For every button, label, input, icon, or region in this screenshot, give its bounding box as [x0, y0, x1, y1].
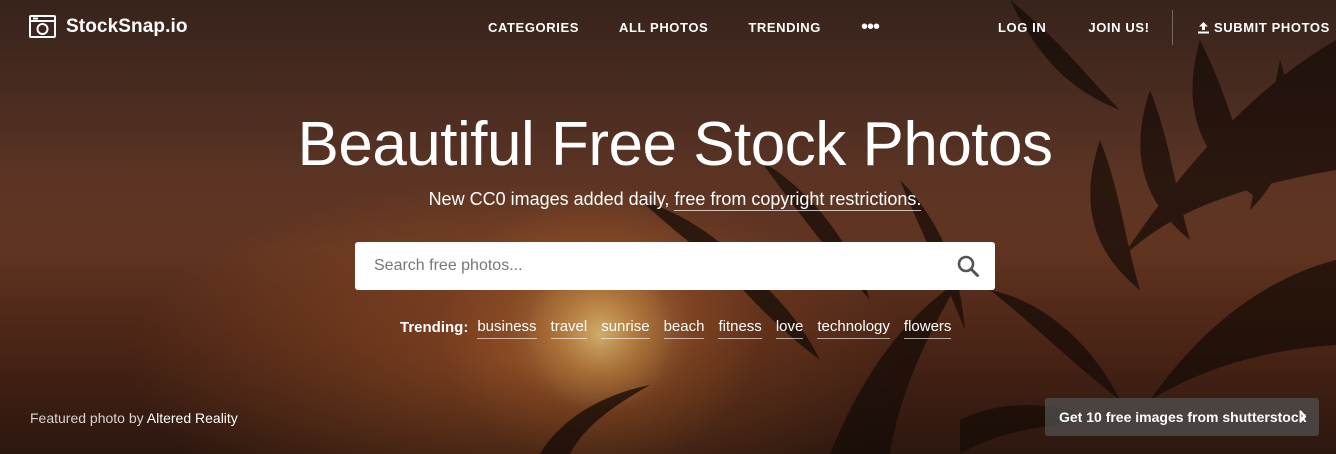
chevron-right-icon: [1299, 410, 1307, 423]
credit-prefix: Featured photo by: [30, 410, 147, 426]
search-box: [355, 242, 995, 290]
logo-link[interactable]: StockSnap.io: [29, 15, 188, 38]
account-nav: LOG IN JOIN US!: [998, 20, 1150, 36]
tag-sunrise[interactable]: sunrise: [601, 317, 650, 339]
top-nav: StockSnap.io CATEGORIES ALL PHOTOS TREND…: [0, 0, 1336, 57]
logo-text: StockSnap.io: [66, 15, 188, 37]
hero-section: StockSnap.io CATEGORIES ALL PHOTOS TREND…: [0, 0, 1336, 454]
main-nav: CATEGORIES ALL PHOTOS TRENDING •••: [488, 17, 880, 37]
search-input[interactable]: [374, 242, 934, 290]
tag-flowers[interactable]: flowers: [903, 317, 952, 339]
nav-all-photos[interactable]: ALL PHOTOS: [619, 20, 708, 36]
background-shade: [0, 0, 1336, 454]
submit-photos-label: SUBMIT PHOTOS: [1214, 20, 1330, 35]
page-title: Beautiful Free Stock Photos: [297, 110, 1053, 179]
shutterstock-cta-label: Get 10 free images from shutterstock: [1059, 409, 1307, 425]
subtitle-text: New CC0 images added daily,: [428, 189, 675, 209]
shutterstock-cta-button[interactable]: Get 10 free images from shutterstock: [1045, 398, 1319, 436]
tag-love[interactable]: love: [775, 317, 804, 339]
trending-label: Trending:: [400, 319, 469, 336]
photo-credit: Featured photo by Altered Reality: [30, 409, 238, 427]
credit-author-link[interactable]: Altered Reality: [147, 410, 238, 426]
nav-divider: [1172, 10, 1173, 45]
more-menu-icon[interactable]: •••: [861, 17, 880, 37]
tag-technology[interactable]: technology: [817, 317, 890, 339]
nav-categories[interactable]: CATEGORIES: [488, 20, 579, 36]
camera-icon: [29, 15, 56, 38]
login-link[interactable]: LOG IN: [998, 20, 1046, 36]
join-link[interactable]: JOIN US!: [1088, 20, 1149, 36]
nav-trending[interactable]: TRENDING: [748, 20, 821, 36]
tag-beach[interactable]: beach: [663, 317, 705, 339]
copyright-link[interactable]: free from copyright restrictions.: [674, 189, 922, 211]
tag-travel[interactable]: travel: [550, 317, 588, 339]
page-subtitle: New CC0 images added daily, free from co…: [0, 188, 1336, 211]
tag-fitness[interactable]: fitness: [718, 317, 762, 339]
tag-business[interactable]: business: [477, 317, 537, 339]
search-icon[interactable]: [957, 255, 979, 277]
upload-icon: [1198, 22, 1209, 34]
submit-photos-link[interactable]: SUBMIT PHOTOS: [1198, 20, 1330, 36]
trending-tags: Trending: business travel sunrise beach …: [400, 317, 965, 339]
